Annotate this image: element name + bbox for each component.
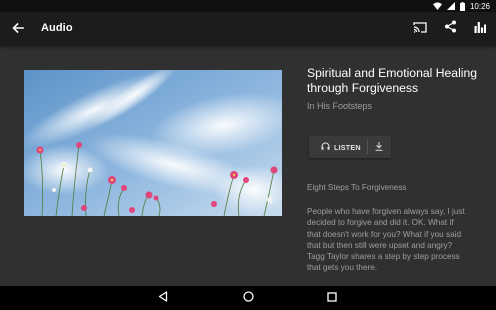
listen-label: LISTEN [334, 142, 361, 152]
app-bar-actions [410, 19, 490, 39]
cast-button[interactable] [410, 19, 430, 39]
description-line: Tagg Taylor shares a step by step proces… [307, 252, 460, 262]
description-line: that but then still were upset and angry… [307, 240, 453, 250]
battery-icon [459, 1, 465, 11]
navigation-bar [0, 286, 496, 310]
back-triangle-icon [158, 289, 168, 307]
download-button[interactable] [368, 136, 390, 158]
status-icons: 10:26 [432, 1, 490, 11]
nav-home-button[interactable] [240, 290, 256, 306]
series-name: In His Footsteps [307, 101, 373, 111]
episode-details: Spiritual and Emotional Healing through … [307, 66, 487, 158]
playback-actions: LISTEN [309, 136, 391, 158]
section-heading: Eight Steps To Forgiveness [307, 183, 407, 192]
wifi-icon [432, 2, 442, 10]
equalizer-button[interactable] [470, 19, 490, 39]
app-bar: Audio [0, 12, 496, 46]
description-line: that gets you there. [307, 263, 378, 273]
app-title: Audio [41, 22, 73, 34]
nav-recents-button[interactable] [324, 290, 340, 306]
arrow-back-icon [12, 20, 24, 38]
back-button[interactable] [8, 19, 28, 39]
nav-back-button[interactable] [155, 290, 171, 306]
cast-icon [413, 20, 427, 38]
description-line: People who have forgiven always say, I j… [307, 207, 465, 216]
status-bar: 10:26 [0, 0, 496, 12]
status-time: 10:26 [469, 1, 490, 11]
description-line: decided to forgive and did it. OK. What … [307, 218, 454, 228]
share-button[interactable] [440, 19, 460, 39]
headphones-icon [321, 142, 330, 152]
cell-signal-icon [446, 2, 455, 10]
screen: 10:26 Audio Spiritual and Emotional Heal… [0, 0, 496, 310]
episode-artwork [24, 70, 282, 216]
share-icon [444, 20, 457, 38]
home-circle-icon [242, 289, 254, 307]
episode-description: People who have forgiven always say, I j… [307, 206, 487, 274]
listen-button[interactable]: LISTEN [309, 136, 367, 158]
equalizer-icon [474, 20, 486, 38]
recents-square-icon [327, 289, 337, 307]
download-icon [375, 138, 383, 156]
episode-title: Spiritual and Emotional Healing through … [307, 66, 478, 95]
description-line: that doesn't work for you? What if you s… [307, 229, 462, 239]
